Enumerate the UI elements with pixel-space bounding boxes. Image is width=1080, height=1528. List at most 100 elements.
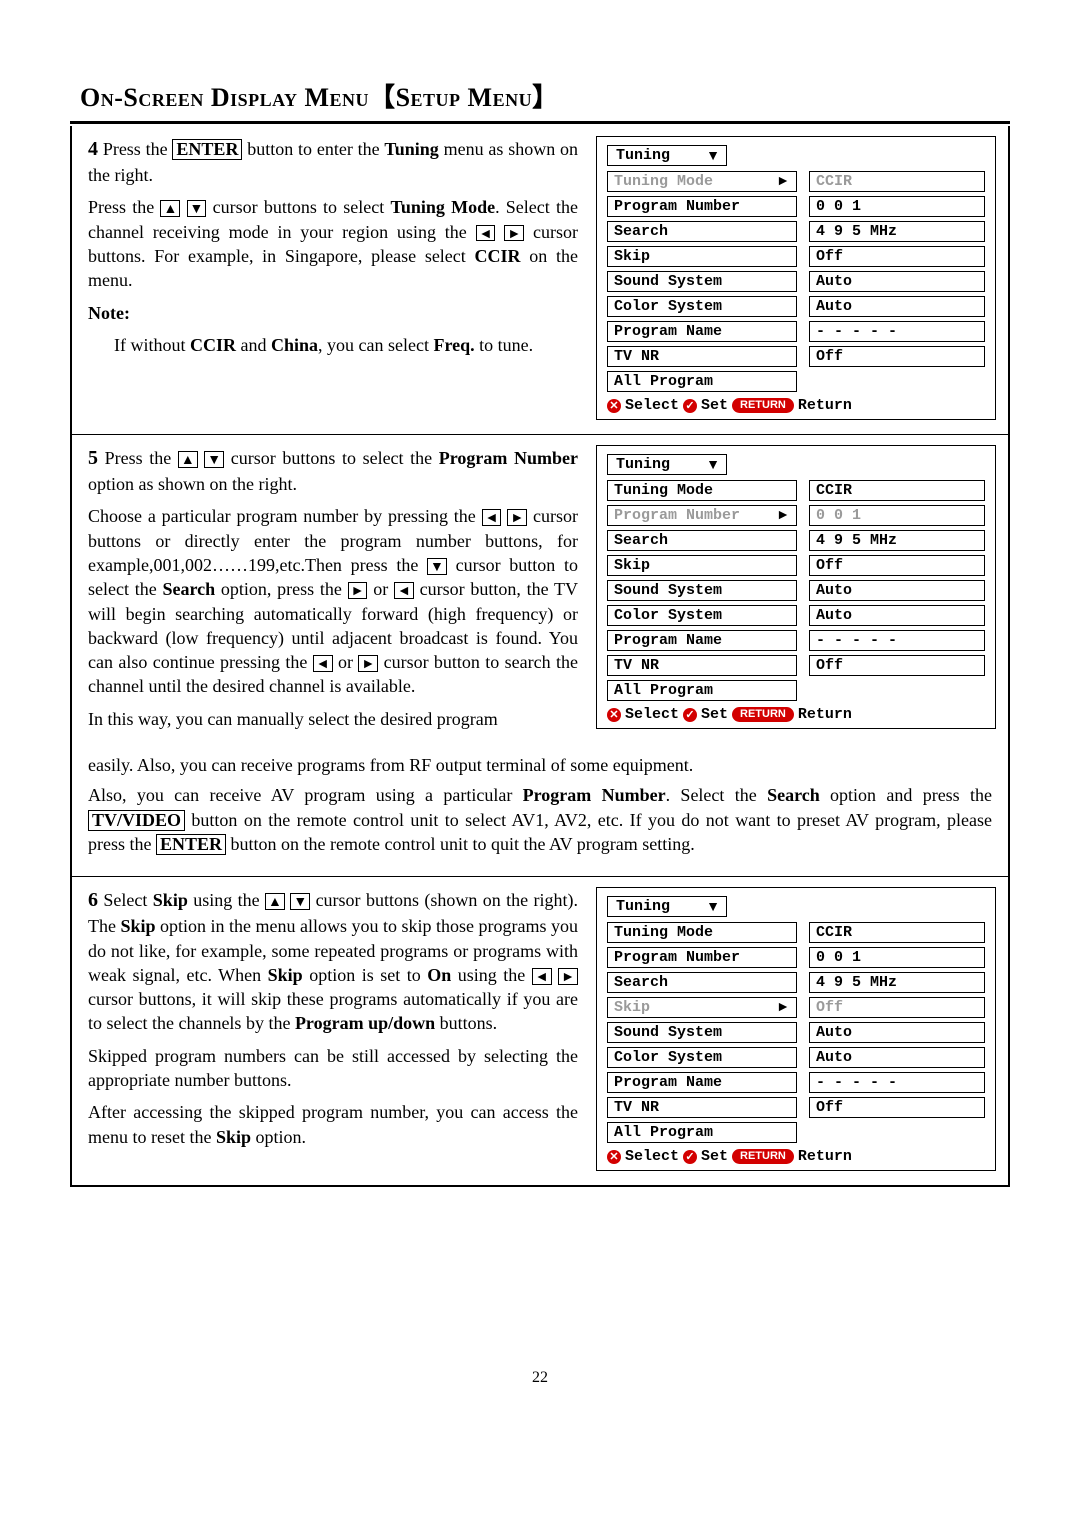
osd-item-skip[interactable]: Skip bbox=[607, 555, 797, 576]
osd-value: Auto bbox=[809, 1022, 985, 1043]
set-icon: ✓ bbox=[683, 708, 697, 722]
osd-value: Auto bbox=[809, 271, 985, 292]
step5-tail-2: Also, you can receive AV program using a… bbox=[88, 783, 992, 856]
osd-value: Off bbox=[809, 555, 985, 576]
chevron-right-icon: ► bbox=[776, 173, 790, 187]
return-pill: RETURN bbox=[732, 707, 794, 722]
osd-value: Off bbox=[809, 997, 985, 1018]
osd-item-color-system[interactable]: Color System bbox=[607, 1047, 797, 1068]
osd-legend: ✕Select ✓Set RETURNReturn bbox=[607, 398, 985, 413]
osd-value: Auto bbox=[809, 580, 985, 601]
osd-value: 4 9 5 MHz bbox=[809, 972, 985, 993]
note-body: If without CCIR and China, you can selec… bbox=[88, 333, 578, 357]
osd-item-tuning-mode[interactable]: Tuning Mode► bbox=[607, 171, 797, 192]
down-arrow-key: ▼ bbox=[187, 200, 207, 217]
osd-item-search[interactable]: Search bbox=[607, 221, 797, 242]
osd-value bbox=[809, 371, 985, 389]
osd-item-all-program[interactable]: All Program bbox=[607, 680, 797, 701]
enter-key: ENTER bbox=[156, 834, 226, 855]
osd-item-skip[interactable]: Skip► bbox=[607, 997, 797, 1018]
osd-value: CCIR bbox=[809, 480, 985, 501]
up-arrow-key: ▲ bbox=[265, 893, 285, 910]
set-icon: ✓ bbox=[683, 399, 697, 413]
down-arrow-key: ▼ bbox=[204, 451, 224, 468]
right-arrow-key: ► bbox=[558, 968, 578, 985]
step5-tail-1: easily. Also, you can receive programs f… bbox=[88, 753, 992, 777]
osd-item-tv-nr[interactable]: TV NR bbox=[607, 1097, 797, 1118]
osd-item-tuning-mode[interactable]: Tuning Mode bbox=[607, 922, 797, 943]
osd-value: 4 9 5 MHz bbox=[809, 530, 985, 551]
step-6: 6 Select Skip using the ▲ ▼ cursor butto… bbox=[72, 877, 1008, 1187]
page-number: 22 bbox=[70, 1367, 1010, 1389]
left-arrow-key: ◄ bbox=[476, 225, 496, 242]
return-pill: RETURN bbox=[732, 1149, 794, 1164]
select-icon: ✕ bbox=[607, 1150, 621, 1164]
osd-item-program-name[interactable]: Program Name bbox=[607, 630, 797, 651]
osd-legend: ✕Select ✓Set RETURNReturn bbox=[607, 1149, 985, 1164]
step-4: 4 Press the ENTER button to enter the Tu… bbox=[72, 126, 1008, 434]
osd-value: Auto bbox=[809, 605, 985, 626]
chevron-right-icon: ► bbox=[776, 999, 790, 1013]
enter-key: ENTER bbox=[172, 139, 242, 160]
tvvideo-key: TV/VIDEO bbox=[88, 810, 185, 831]
osd-item-search[interactable]: Search bbox=[607, 530, 797, 551]
osd-item-tuning-mode[interactable]: Tuning Mode bbox=[607, 480, 797, 501]
set-icon: ✓ bbox=[683, 1150, 697, 1164]
step-number: 6 bbox=[88, 889, 98, 911]
right-arrow-key: ► bbox=[358, 655, 378, 672]
divider bbox=[70, 121, 1010, 124]
note-heading: Note: bbox=[88, 301, 578, 325]
osd-value: 4 9 5 MHz bbox=[809, 221, 985, 242]
chevron-down-icon: ▼ bbox=[706, 899, 720, 913]
osd-item-sound-system[interactable]: Sound System bbox=[607, 580, 797, 601]
osd-header: Tuning▼ bbox=[607, 454, 727, 475]
osd-value: - - - - - bbox=[809, 321, 985, 342]
osd-value: CCIR bbox=[809, 922, 985, 943]
up-arrow-key: ▲ bbox=[178, 451, 198, 468]
left-arrow-key: ◄ bbox=[313, 655, 333, 672]
osd-item-program-number[interactable]: Program Number► bbox=[607, 505, 797, 526]
osd-item-sound-system[interactable]: Sound System bbox=[607, 271, 797, 292]
osd-item-tv-nr[interactable]: TV NR bbox=[607, 346, 797, 367]
osd-item-program-name[interactable]: Program Name bbox=[607, 1072, 797, 1093]
chevron-down-icon: ▼ bbox=[706, 457, 720, 471]
osd-value: - - - - - bbox=[809, 630, 985, 651]
osd-item-program-number[interactable]: Program Number bbox=[607, 947, 797, 968]
osd-value: Auto bbox=[809, 1047, 985, 1068]
osd-value bbox=[809, 1122, 985, 1140]
osd-header: Tuning▼ bbox=[607, 145, 727, 166]
osd-value: Off bbox=[809, 246, 985, 267]
osd-value: - - - - - bbox=[809, 1072, 985, 1093]
osd-item-skip[interactable]: Skip bbox=[607, 246, 797, 267]
return-pill: RETURN bbox=[732, 398, 794, 413]
left-arrow-key: ◄ bbox=[394, 582, 414, 599]
osd-value: 0 0 1 bbox=[809, 505, 985, 526]
chevron-right-icon: ► bbox=[776, 507, 790, 521]
osd-item-search[interactable]: Search bbox=[607, 972, 797, 993]
osd-value: Off bbox=[809, 346, 985, 367]
up-arrow-key: ▲ bbox=[160, 200, 180, 217]
osd-header: Tuning▼ bbox=[607, 896, 727, 917]
osd-item-all-program[interactable]: All Program bbox=[607, 371, 797, 392]
osd-item-tv-nr[interactable]: TV NR bbox=[607, 655, 797, 676]
page-title: On-Screen Display Menu【Setup Menu】 bbox=[70, 80, 1010, 115]
step-number: 4 bbox=[88, 138, 98, 160]
step-number: 5 bbox=[88, 447, 98, 469]
osd-item-all-program[interactable]: All Program bbox=[607, 1122, 797, 1143]
step6-tail: After accessing the skipped program numb… bbox=[88, 1100, 578, 1149]
osd-item-color-system[interactable]: Color System bbox=[607, 605, 797, 626]
osd-item-program-name[interactable]: Program Name bbox=[607, 321, 797, 342]
osd-value: Off bbox=[809, 1097, 985, 1118]
select-icon: ✕ bbox=[607, 399, 621, 413]
left-arrow-key: ◄ bbox=[532, 968, 552, 985]
left-arrow-key: ◄ bbox=[482, 509, 502, 526]
osd-value: 0 0 1 bbox=[809, 196, 985, 217]
osd-value: 0 0 1 bbox=[809, 947, 985, 968]
osd-panel-2: Tuning▼ Tuning Mode Program Number► Search S… bbox=[596, 445, 996, 729]
osd-panel-1: Tuning▼ Tuning Mode► Program Number Search S… bbox=[596, 136, 996, 420]
osd-item-color-system[interactable]: Color System bbox=[607, 296, 797, 317]
osd-item-program-number[interactable]: Program Number bbox=[607, 196, 797, 217]
osd-value: CCIR bbox=[809, 171, 985, 192]
osd-legend: ✕Select ✓Set RETURNReturn bbox=[607, 707, 985, 722]
osd-item-sound-system[interactable]: Sound System bbox=[607, 1022, 797, 1043]
